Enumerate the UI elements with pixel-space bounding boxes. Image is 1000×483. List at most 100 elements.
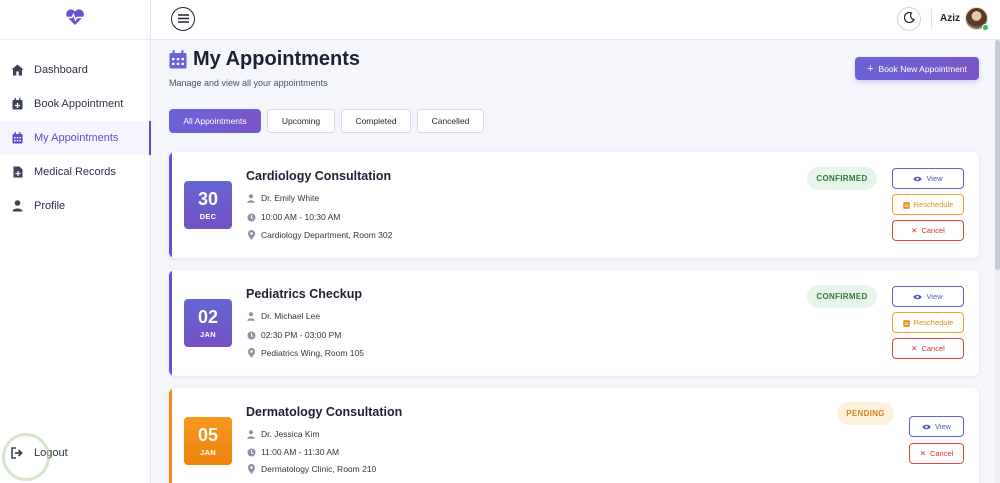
sidebar-item-medical-records[interactable]: Medical Records <box>0 155 150 189</box>
user-name: Aziz <box>940 13 960 24</box>
doctor-line: Dr. Michael Lee <box>246 311 320 321</box>
filter-cancelled[interactable]: Cancelled <box>417 109 484 133</box>
view-label: View <box>926 292 943 301</box>
sidebar-item-dashboard[interactable]: Dashboard <box>0 53 150 87</box>
theme-toggle-button[interactable] <box>897 7 921 31</box>
date-box: 05 JAN <box>184 417 232 465</box>
sidebar-item-profile[interactable]: Profile <box>0 189 150 223</box>
view-button[interactable]: View <box>892 286 964 307</box>
sidebar-item-label: My Appointments <box>34 132 119 144</box>
cancel-button[interactable]: ✕ Cancel <box>909 443 964 464</box>
map-pin-icon <box>246 230 256 240</box>
date-month: JAN <box>200 447 216 457</box>
doctor-name: Dr. Jessica Kim <box>261 429 320 439</box>
clock-icon <box>246 448 256 457</box>
calendar-icon <box>902 319 910 327</box>
date-day: 02 <box>197 306 219 327</box>
calendar-icon <box>11 132 24 145</box>
view-button[interactable]: View <box>909 416 964 437</box>
page-title: My Appointments <box>169 48 360 71</box>
location-line: Cardiology Department, Room 302 <box>246 230 392 240</box>
sidebar-item-my-appointments[interactable]: My Appointments <box>0 121 151 155</box>
reschedule-button[interactable]: Reschedule <box>892 194 964 215</box>
card-accent-bar <box>169 152 172 258</box>
app-logo[interactable] <box>0 0 150 40</box>
time-line: 02:30 PM - 03:00 PM <box>246 330 341 340</box>
appointment-location: Dermatology Clinic, Room 210 <box>261 464 377 474</box>
time-line: 10:00 AM - 10:30 AM <box>246 212 340 222</box>
user-icon <box>246 311 256 321</box>
sidebar-item-book-appointment[interactable]: Book Appointment <box>0 87 150 121</box>
plus-icon: + <box>867 62 874 75</box>
scrollbar-thumb[interactable] <box>995 40 1000 270</box>
filter-completed[interactable]: Completed <box>341 109 411 133</box>
topbar-divider <box>931 9 932 29</box>
appointment-time: 02:30 PM - 03:00 PM <box>261 330 342 340</box>
doctor-name: Dr. Michael Lee <box>261 311 321 321</box>
sidebar-item-label: Book Appointment <box>34 98 124 110</box>
topbar: Aziz <box>151 0 1000 40</box>
calendar-plus-icon <box>11 98 24 111</box>
cancel-label: Cancel <box>921 344 945 353</box>
status-badge: CONFIRMED <box>807 285 877 308</box>
cancel-button[interactable]: ✕ Cancel <box>892 338 964 359</box>
doctor-line: Dr. Emily White <box>246 193 319 203</box>
moon-icon <box>903 10 915 28</box>
date-box: 02 JAN <box>184 299 232 347</box>
eye-icon <box>913 294 923 300</box>
menu-toggle-button[interactable] <box>171 7 195 31</box>
logout-icon <box>11 446 24 459</box>
calendar-icon <box>169 50 187 69</box>
heart-pulse-icon <box>65 8 85 31</box>
appointment-time: 11:00 AM - 11:30 AM <box>261 447 340 457</box>
reschedule-label: Reschedule <box>913 200 954 209</box>
appointment-title: Dermatology Consultation <box>246 405 403 419</box>
sidebar-item-label: Medical Records <box>34 166 116 178</box>
close-icon: ✕ <box>911 344 918 353</box>
book-button-label: Book New Appointment <box>878 63 967 74</box>
appointment-card: 30 DEC Cardiology Consultation Dr. Emily… <box>169 152 979 258</box>
user-icon <box>246 193 256 203</box>
status-badge: PENDING <box>837 402 894 425</box>
appointment-location: Cardiology Department, Room 302 <box>261 230 393 240</box>
eye-icon <box>922 424 931 430</box>
map-pin-icon <box>246 464 256 474</box>
logout-label: Logout <box>34 446 68 459</box>
sidebar-nav: Dashboard Book Appointment My Appointmen… <box>0 53 151 223</box>
page-title-text: My Appointments <box>193 48 361 70</box>
view-label: View <box>926 174 943 183</box>
card-accent-bar <box>169 388 172 483</box>
scrollbar[interactable] <box>995 40 1000 483</box>
calendar-icon <box>902 201 910 209</box>
sidebar-item-label: Dashboard <box>34 64 88 76</box>
cancel-label: Cancel <box>929 449 954 458</box>
date-month: DEC <box>199 211 217 221</box>
book-new-appointment-button[interactable]: + Book New Appointment <box>855 57 979 80</box>
date-box: 30 DEC <box>184 181 232 229</box>
status-badge: CONFIRMED <box>807 167 877 190</box>
date-month: JAN <box>200 329 216 339</box>
user-icon <box>246 429 256 439</box>
card-accent-bar <box>169 270 172 376</box>
appointment-title: Pediatrics Checkup <box>246 287 363 301</box>
clock-icon <box>246 331 256 340</box>
appointment-time: 10:00 AM - 10:30 AM <box>261 212 341 222</box>
doctor-name: Dr. Emily White <box>261 193 320 203</box>
cancel-label: Cancel <box>921 226 945 235</box>
page-header: My Appointments Manage and view all your… <box>169 48 360 88</box>
filter-upcoming[interactable]: Upcoming <box>267 109 335 133</box>
appointment-location: Pediatrics Wing, Room 105 <box>261 348 364 358</box>
home-icon <box>11 64 24 77</box>
appointment-card: 05 JAN Dermatology Consultation Dr. Jess… <box>169 388 979 483</box>
logout-button[interactable]: Logout <box>11 446 68 459</box>
cancel-button[interactable]: ✕ Cancel <box>892 220 964 241</box>
sidebar: Dashboard Book Appointment My Appointmen… <box>0 0 151 483</box>
date-day: 05 <box>197 424 219 445</box>
date-day: 30 <box>197 188 219 209</box>
filter-all-appointments[interactable]: All Appointments <box>169 109 261 133</box>
time-line: 11:00 AM - 11:30 AM <box>246 447 339 457</box>
reschedule-button[interactable]: Reschedule <box>892 312 964 333</box>
close-icon: ✕ <box>911 226 918 235</box>
reschedule-label: Reschedule <box>913 318 954 327</box>
view-button[interactable]: View <box>892 168 964 189</box>
